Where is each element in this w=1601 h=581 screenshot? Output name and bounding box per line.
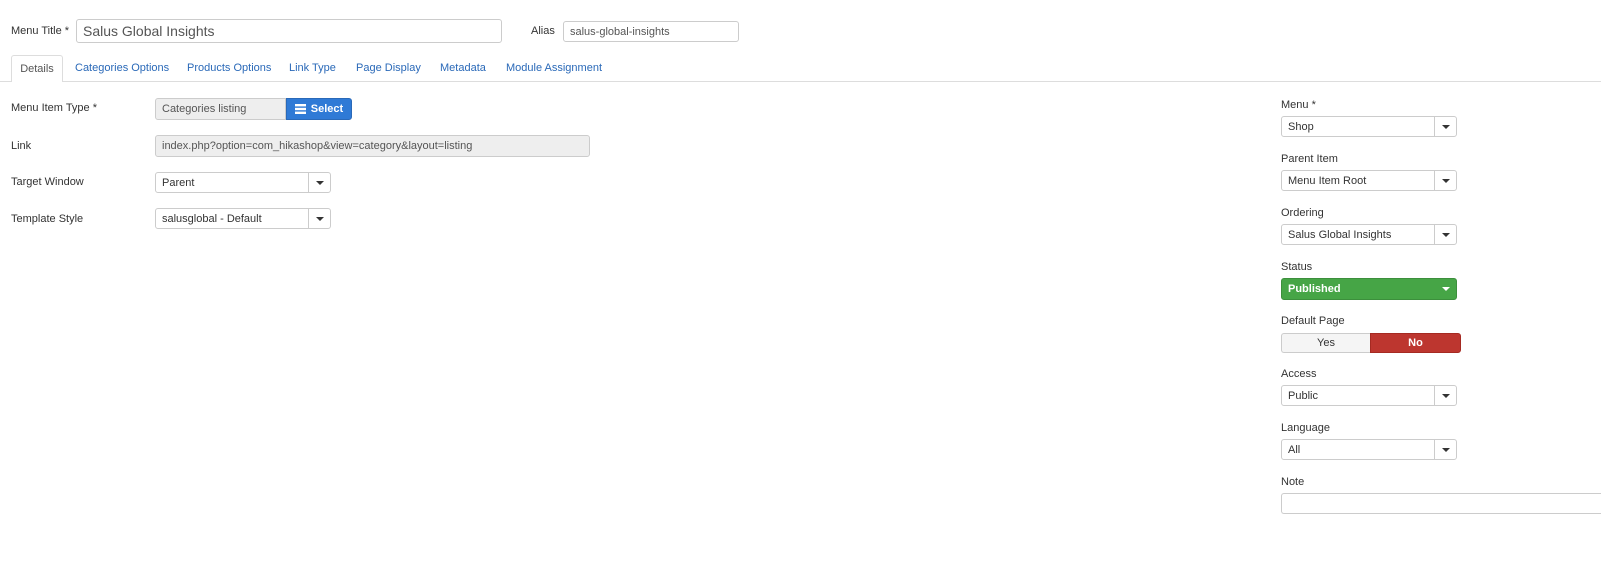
chevron-down-icon xyxy=(1434,171,1456,190)
access-label: Access xyxy=(1281,368,1317,380)
menu-item-type-label: Menu Item Type * xyxy=(11,102,98,114)
access-value: Public xyxy=(1288,389,1318,402)
menu-label: Menu * xyxy=(1281,99,1316,111)
chevron-down-icon xyxy=(1434,117,1456,136)
link-label: Link xyxy=(11,140,32,152)
menu-select[interactable]: Shop xyxy=(1281,116,1457,137)
chevron-down-icon xyxy=(308,209,330,228)
list-icon xyxy=(294,104,306,114)
parent-item-label: Parent Item xyxy=(1281,153,1338,165)
template-style-label: Template Style xyxy=(11,213,84,225)
select-button[interactable]: Select xyxy=(286,98,352,120)
chevron-down-icon xyxy=(1434,386,1456,405)
ordering-select[interactable]: Salus Global Insights xyxy=(1281,224,1457,245)
ordering-label: Ordering xyxy=(1281,207,1324,219)
template-style-select[interactable]: salusglobal - Default xyxy=(155,208,331,229)
menu-item-type-input: Categories listing xyxy=(155,98,286,120)
default-page-label: Default Page xyxy=(1281,315,1345,327)
chevron-down-icon xyxy=(308,173,330,192)
target-window-select[interactable]: Parent xyxy=(155,172,331,193)
parent-item-value: Menu Item Root xyxy=(1288,174,1367,187)
target-window-value: Parent xyxy=(162,176,195,189)
status-label: Status xyxy=(1281,261,1313,273)
ordering-value: Salus Global Insights xyxy=(1288,228,1392,241)
language-label: Language xyxy=(1281,422,1330,434)
chevron-down-icon xyxy=(1434,225,1456,244)
tab-module-assignment[interactable]: Module Assignment xyxy=(506,62,602,74)
alias-input[interactable]: salus-global-insights xyxy=(563,21,739,42)
alias-label: Alias xyxy=(531,25,555,37)
link-input: index.php?option=com_hikashop&view=categ… xyxy=(155,135,590,157)
tabs-divider xyxy=(0,81,1601,82)
status-value: Published xyxy=(1288,283,1341,295)
note-input[interactable] xyxy=(1281,493,1601,514)
language-value: All xyxy=(1288,443,1301,456)
menu-title-input[interactable]: Salus Global Insights xyxy=(76,19,502,43)
language-select[interactable]: All xyxy=(1281,439,1457,460)
default-page-toggle: Yes No xyxy=(1281,333,1461,353)
tab-categories-options[interactable]: Categories Options xyxy=(75,62,169,74)
default-page-no[interactable]: No xyxy=(1370,333,1461,353)
select-button-label: Select xyxy=(310,103,344,115)
target-window-label: Target Window xyxy=(11,176,84,188)
tab-products-options[interactable]: Products Options xyxy=(187,62,271,74)
tab-link-type[interactable]: Link Type xyxy=(289,62,336,74)
tab-metadata[interactable]: Metadata xyxy=(440,62,486,74)
chevron-down-icon xyxy=(1434,440,1456,459)
template-style-value: salusglobal - Default xyxy=(162,212,262,225)
menu-title-label: Menu Title * xyxy=(11,25,70,37)
note-label: Note xyxy=(1281,476,1305,488)
chevron-down-icon xyxy=(1435,279,1456,299)
menu-value: Shop xyxy=(1288,120,1314,133)
access-select[interactable]: Public xyxy=(1281,385,1457,406)
tab-details[interactable]: Details xyxy=(11,55,63,82)
tab-page-display[interactable]: Page Display xyxy=(356,62,421,74)
status-select[interactable]: Published xyxy=(1281,278,1457,300)
default-page-yes[interactable]: Yes xyxy=(1281,333,1370,353)
parent-item-select[interactable]: Menu Item Root xyxy=(1281,170,1457,191)
